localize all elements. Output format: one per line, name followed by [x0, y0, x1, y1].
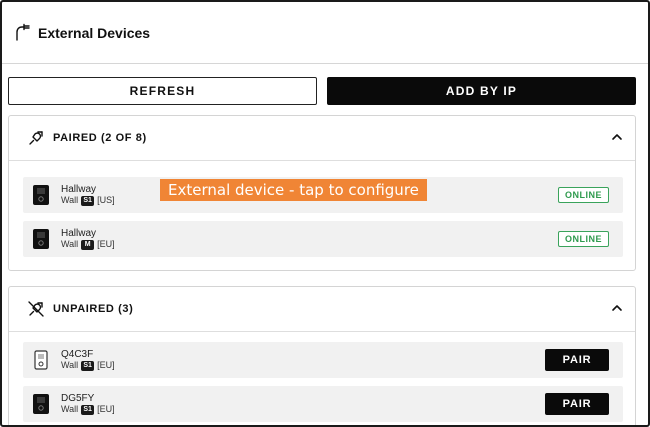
page-header: External Devices [2, 2, 648, 64]
model-badge: M [81, 239, 95, 250]
section-divider [9, 331, 635, 332]
device-info: Hallway Wall M [EU] [61, 228, 115, 250]
device-region: [US] [97, 195, 115, 205]
device-location: Wall [61, 239, 79, 249]
refresh-button[interactable]: REFRESH [8, 77, 317, 105]
wall-device-outline-icon [31, 348, 51, 372]
status-badge: ONLINE [557, 231, 609, 247]
device-location: Wall [61, 195, 79, 205]
chevron-up-icon[interactable] [609, 129, 625, 145]
device-details: Wall S1 [EU] [61, 360, 115, 371]
device-name: Hallway [61, 184, 97, 195]
external-devices-panel: External Devices REFRESH ADD BY IP PAIRE… [0, 0, 650, 427]
unpaired-section-header[interactable]: UNPAIRED (3) [9, 287, 635, 331]
model-badge: S1 [81, 404, 95, 415]
device-region: [EU] [97, 404, 115, 414]
device-info: Q4C3F Wall S1 [EU] [61, 349, 115, 371]
device-row[interactable]: Q4C3F Wall S1 [EU] PAIR [23, 342, 623, 378]
device-info: DG5FY Wall S1 [EU] [61, 393, 115, 415]
device-region: [EU] [97, 360, 115, 370]
wall-device-icon [31, 227, 51, 251]
action-buttons: REFRESH ADD BY IP [8, 77, 636, 105]
wall-device-icon [31, 392, 51, 416]
device-info: Hallway Wall S1 [US] [61, 184, 115, 206]
plug-off-icon [27, 300, 45, 318]
device-row[interactable]: Hallway Wall M [EU] ONLINE [23, 221, 623, 257]
device-name: Q4C3F [61, 349, 94, 360]
chevron-up-icon[interactable] [609, 300, 625, 316]
page-title: External Devices [38, 24, 151, 41]
external-device-icon [12, 22, 34, 44]
device-row[interactable]: DG5FY Wall S1 [EU] PAIR [23, 386, 623, 422]
add-by-ip-button[interactable]: ADD BY IP [327, 77, 636, 105]
status-badge: ONLINE [557, 187, 609, 203]
model-badge: S1 [81, 360, 95, 371]
paired-section-title: PAIRED (2 OF 8) [53, 132, 147, 144]
model-badge: S1 [81, 195, 95, 206]
configure-tooltip: External device - tap to configure [160, 179, 427, 201]
device-details: Wall M [EU] [61, 239, 115, 250]
section-divider [9, 160, 635, 161]
device-location: Wall [61, 404, 79, 414]
device-location: Wall [61, 360, 79, 370]
device-details: Wall S1 [EU] [61, 404, 115, 415]
pair-button[interactable]: PAIR [545, 349, 609, 371]
wall-device-icon [31, 183, 51, 207]
device-details: Wall S1 [US] [61, 195, 115, 206]
pair-button[interactable]: PAIR [545, 393, 609, 415]
device-region: [EU] [97, 239, 115, 249]
paired-section-header[interactable]: PAIRED (2 OF 8) [9, 116, 635, 160]
device-name: DG5FY [61, 393, 95, 404]
plug-icon [27, 129, 45, 147]
device-name: Hallway [61, 228, 97, 239]
unpaired-section: UNPAIRED (3) Q4C3F Wall S1 [EU] PAIR DG5… [8, 286, 636, 425]
unpaired-section-title: UNPAIRED (3) [53, 303, 134, 315]
